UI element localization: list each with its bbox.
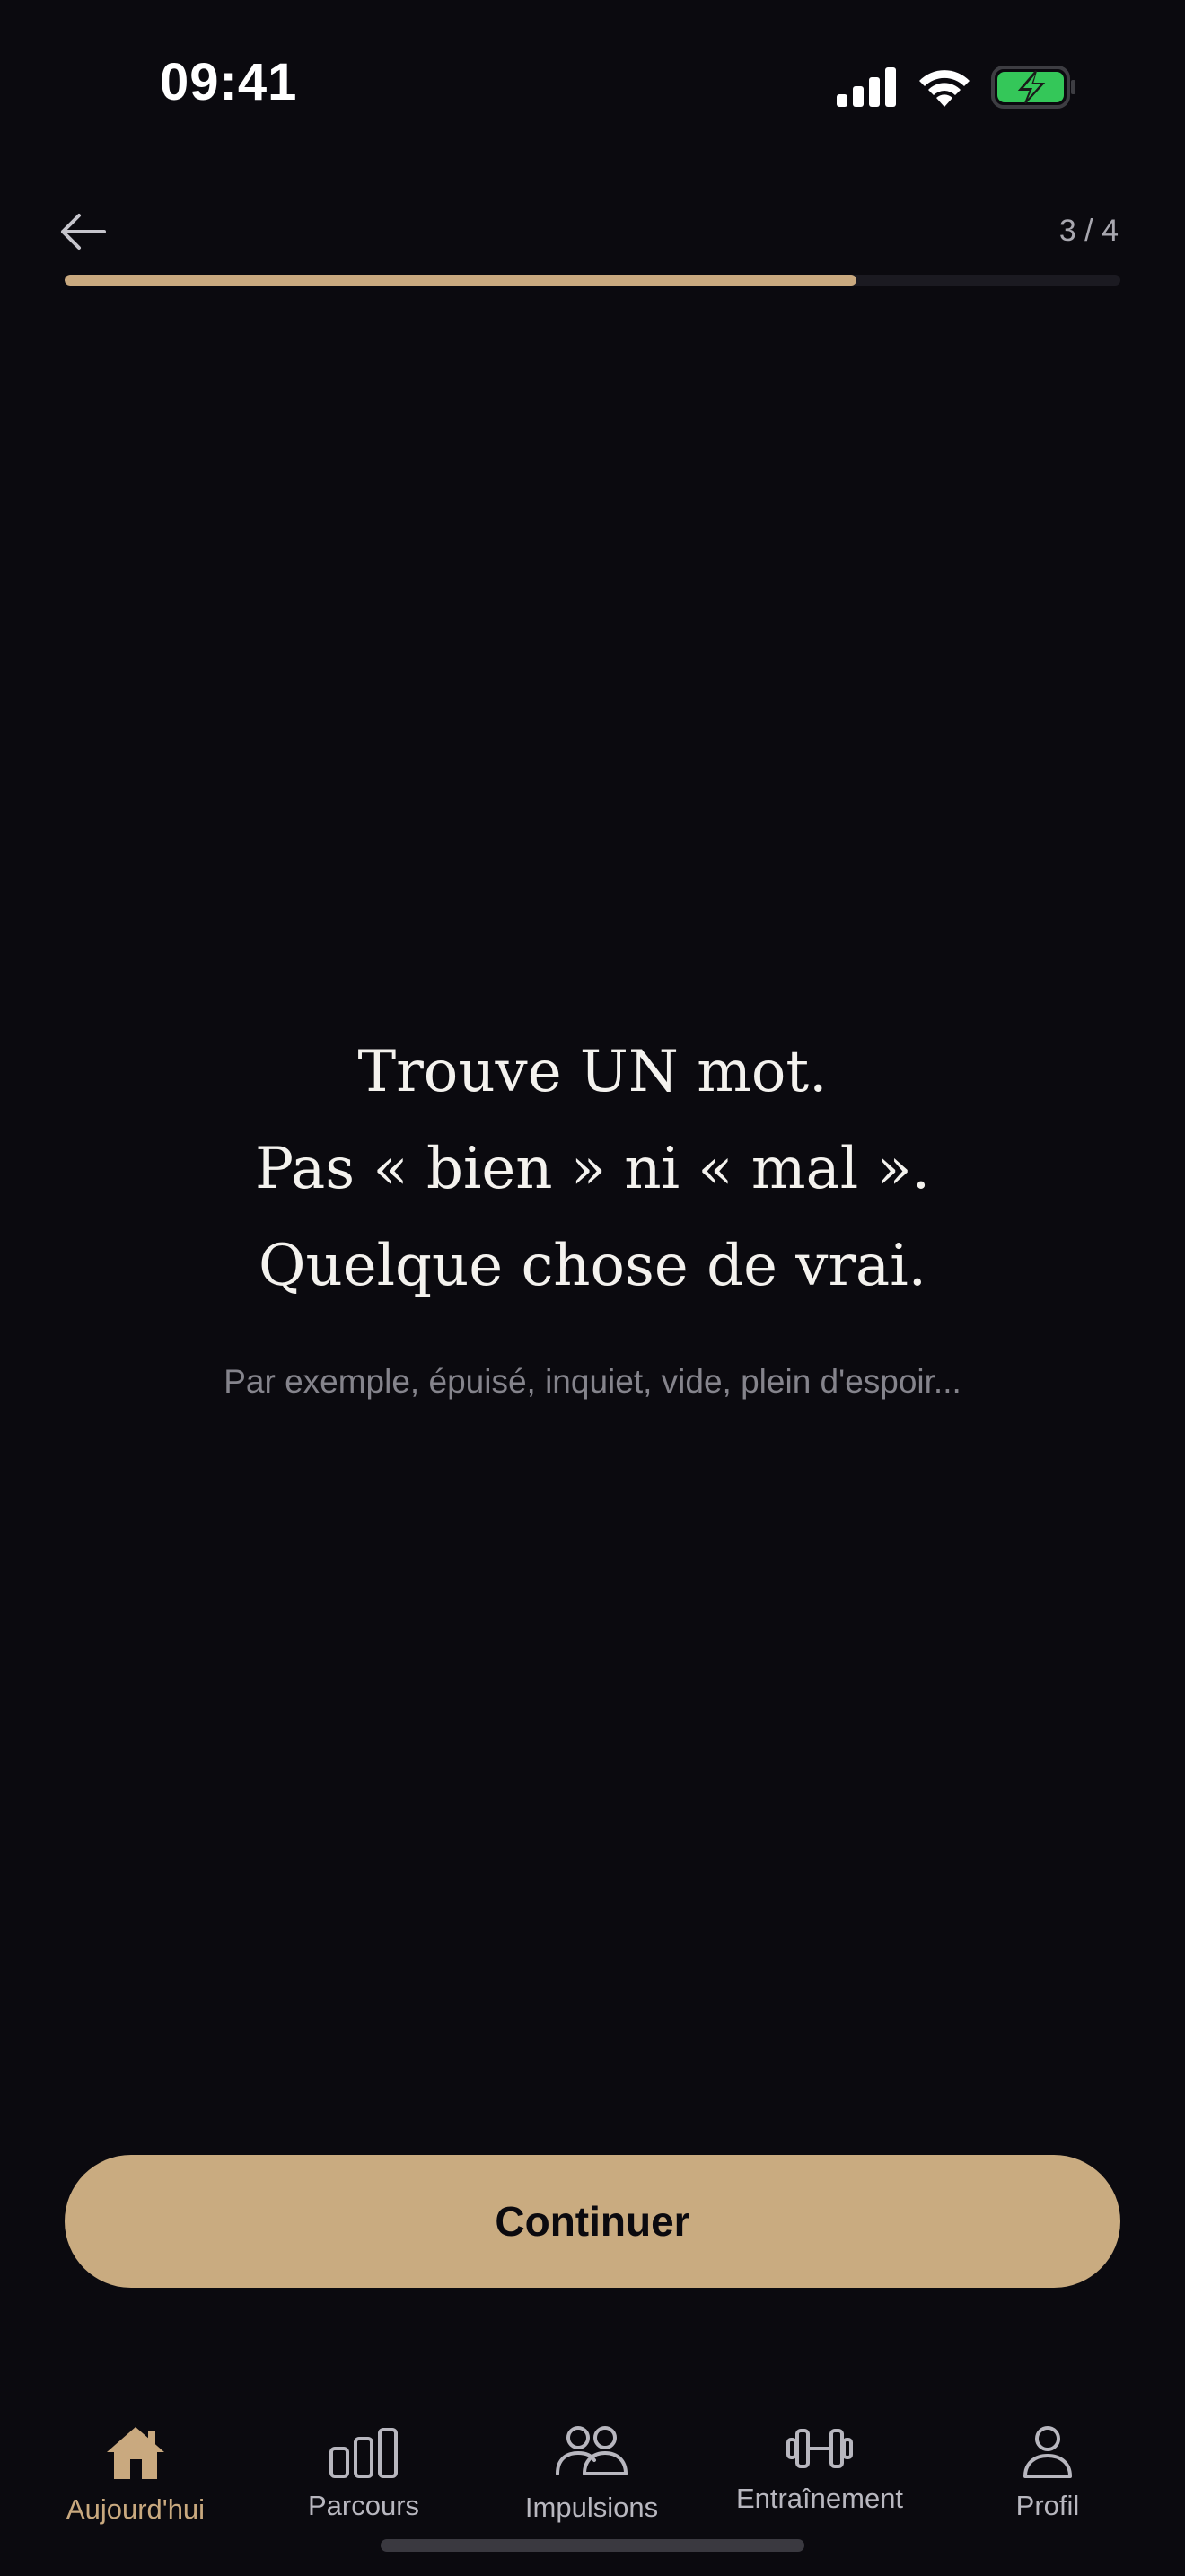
tab-label: Impulsions [524, 2492, 659, 2523]
progress-bar [65, 275, 1120, 286]
back-button[interactable] [57, 199, 129, 264]
tab-entrainement[interactable]: Entraînement [716, 2396, 923, 2540]
continue-button[interactable]: Continuer [65, 2155, 1120, 2288]
status-icons [837, 63, 1077, 111]
tab-impulsions[interactable]: Impulsions [488, 2396, 695, 2540]
prompt: Trouve UN mot. Pas « bien » ni « mal ». … [0, 1024, 1185, 1314]
status-bar: 09:41 [0, 0, 1185, 171]
tab-profil[interactable]: Profil [944, 2396, 1151, 2540]
dumbbell-icon [786, 2429, 853, 2468]
people-icon [556, 2426, 628, 2475]
tab-label: Aujourd'hui [66, 2493, 206, 2525]
battery-charging-icon [991, 66, 1075, 109]
wifi-icon [919, 70, 970, 107]
step-counter: 3 / 4 [1058, 214, 1119, 248]
progress-fill [65, 275, 856, 286]
tab-parcours[interactable]: Parcours [260, 2396, 467, 2540]
continue-label: Continuer [495, 2198, 690, 2245]
home-indicator [381, 2539, 804, 2552]
tab-label: Entraînement [735, 2483, 904, 2514]
person-icon [1023, 2426, 1072, 2478]
arrow-left-icon [61, 214, 106, 250]
home-icon [107, 2427, 164, 2479]
cellular-signal-icon [837, 67, 896, 107]
status-time: 09:41 [160, 53, 298, 111]
tab-aujourdhui[interactable]: Aujourd'hui [32, 2396, 239, 2540]
bar-chart-icon [329, 2428, 398, 2478]
tab-label: Profil [1015, 2490, 1080, 2521]
tab-label: Parcours [307, 2490, 420, 2521]
prompt-hint: Par exemple, épuisé, inquiet, vide, plei… [224, 1363, 961, 1400]
prompt-line-2: Pas « bien » ni « mal ». [254, 1136, 931, 1202]
prompt-line-1: Trouve UN mot. [357, 1039, 828, 1105]
prompt-line-3: Quelque chose de vrai. [259, 1233, 926, 1299]
